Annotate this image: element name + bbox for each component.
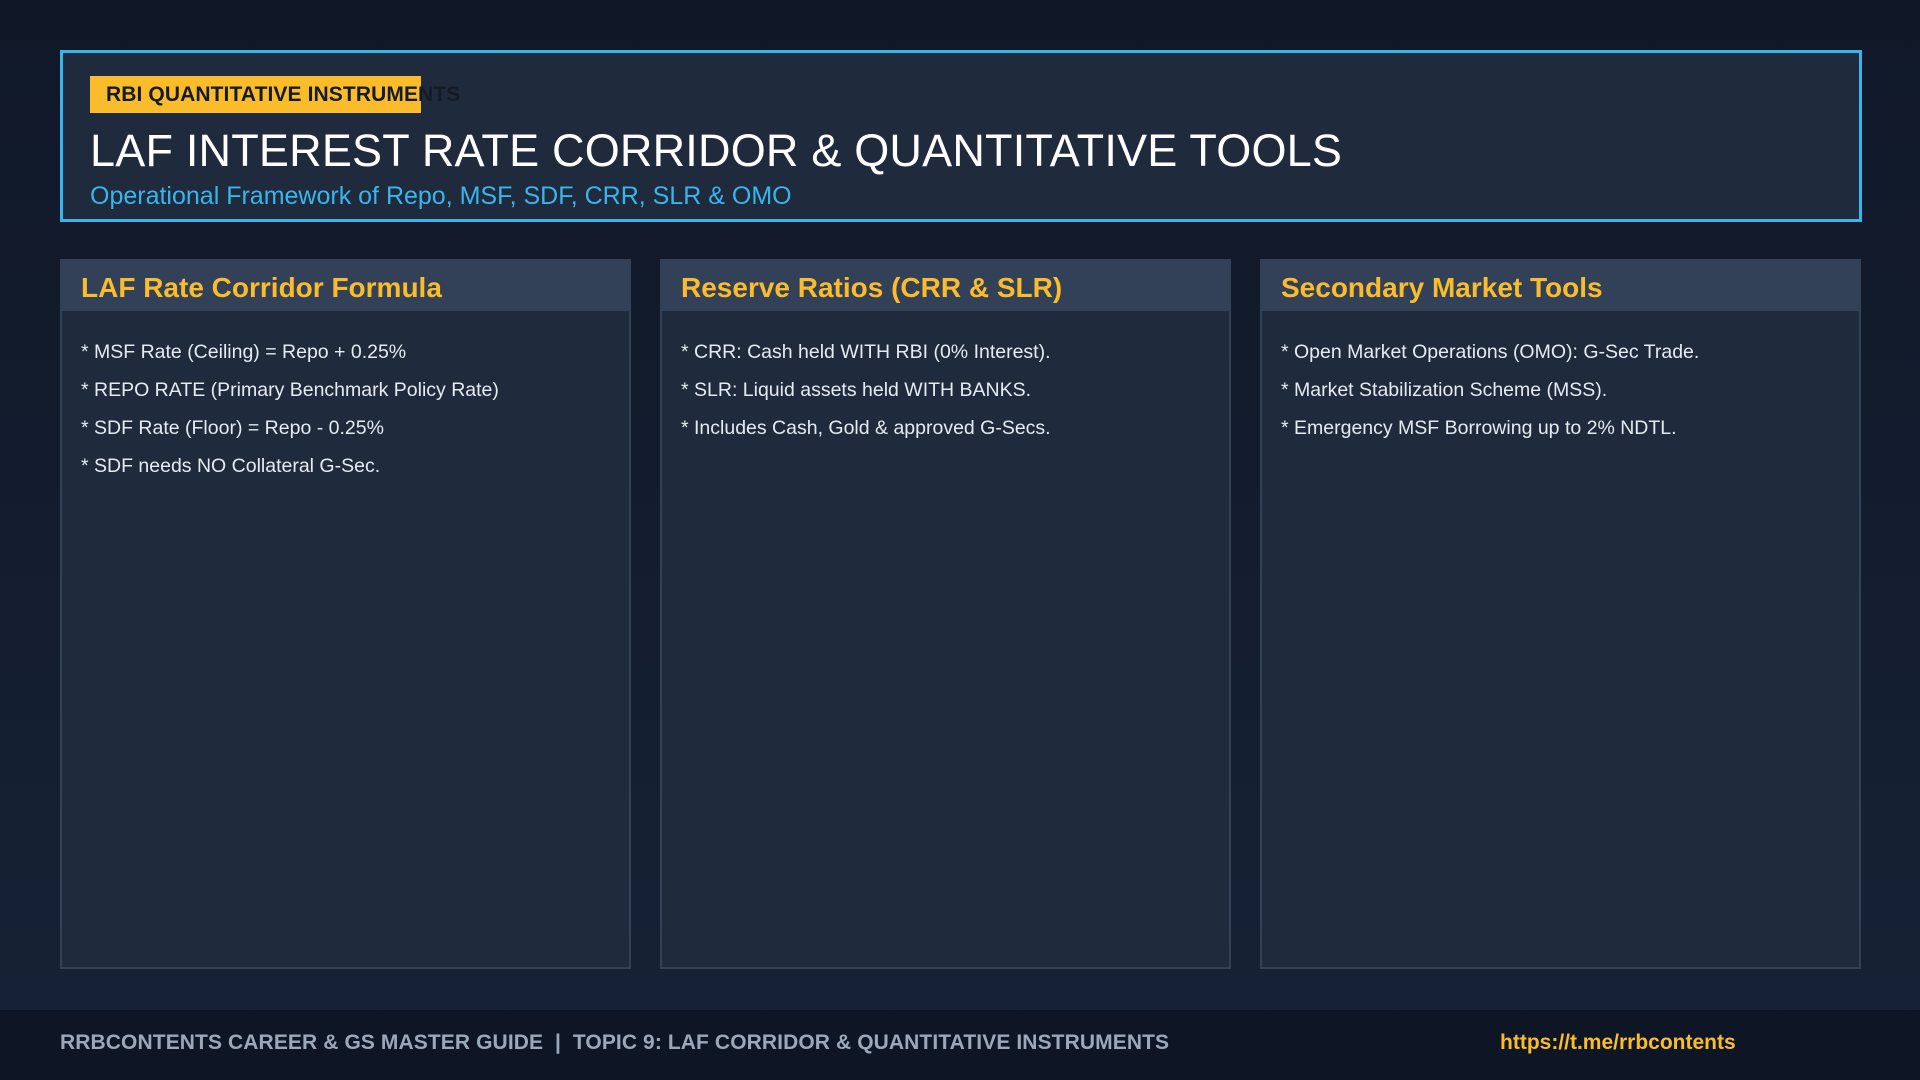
card-header: LAF Rate Corridor Formula: [62, 261, 629, 311]
list-item: * SDF Rate (Floor) = Repo - 0.25%: [81, 417, 384, 439]
list-item: * Open Market Operations (OMO): G-Sec Tr…: [1281, 341, 1700, 363]
card-list: * CRR: Cash held WITH RBI (0% Interest).…: [662, 311, 1229, 447]
list-item: * Emergency MSF Borrowing up to 2% NDTL.: [1281, 417, 1677, 439]
page-title: LAF INTEREST RATE CORRIDOR & QUANTITATIV…: [90, 125, 1343, 176]
footer-bar: RRBCONTENTS CAREER & GS MASTER GUIDE | T…: [0, 1010, 1920, 1080]
card-title: LAF Rate Corridor Formula: [81, 272, 442, 303]
card-reserve-ratios: Reserve Ratios (CRR & SLR) * CRR: Cash h…: [660, 259, 1231, 969]
badge-label: RBI QUANTITATIVE INSTRUMENTS: [106, 83, 461, 106]
category-badge: RBI QUANTITATIVE INSTRUMENTS: [90, 76, 460, 113]
card-list: * Open Market Operations (OMO): G-Sec Tr…: [1262, 311, 1859, 447]
page-subtitle: Operational Framework of Repo, MSF, SDF,…: [90, 182, 792, 210]
card-title: Reserve Ratios (CRR & SLR): [681, 272, 1063, 303]
header-panel: RBI QUANTITATIVE INSTRUMENTS LAF INTERES…: [60, 50, 1862, 222]
list-item: * SDF needs NO Collateral G-Sec.: [81, 455, 381, 477]
card-list: * MSF Rate (Ceiling) = Repo + 0.25% * RE…: [62, 311, 629, 485]
list-item: * Market Stabilization Scheme (MSS).: [1281, 379, 1608, 401]
list-item: * MSF Rate (Ceiling) = Repo + 0.25%: [81, 341, 407, 363]
card-header: Secondary Market Tools: [1262, 261, 1859, 311]
footer-guide-title: RRBCONTENTS CAREER & GS MASTER GUIDE | T…: [60, 1031, 1170, 1054]
list-item: * REPO RATE (Primary Benchmark Policy Ra…: [81, 379, 499, 401]
card-title: Secondary Market Tools: [1281, 272, 1603, 303]
card-laf-rate-corridor: LAF Rate Corridor Formula * MSF Rate (Ce…: [60, 259, 631, 969]
card-header: Reserve Ratios (CRR & SLR): [662, 261, 1229, 311]
list-item: * SLR: Liquid assets held WITH BANKS.: [681, 379, 1032, 401]
list-item: * CRR: Cash held WITH RBI (0% Interest).: [681, 341, 1051, 363]
telegram-link[interactable]: https://t.me/rrbcontents: [1500, 1010, 1736, 1076]
list-item: * Includes Cash, Gold & approved G-Secs.: [681, 417, 1051, 439]
card-secondary-market-tools: Secondary Market Tools * Open Market Ope…: [1260, 259, 1861, 969]
